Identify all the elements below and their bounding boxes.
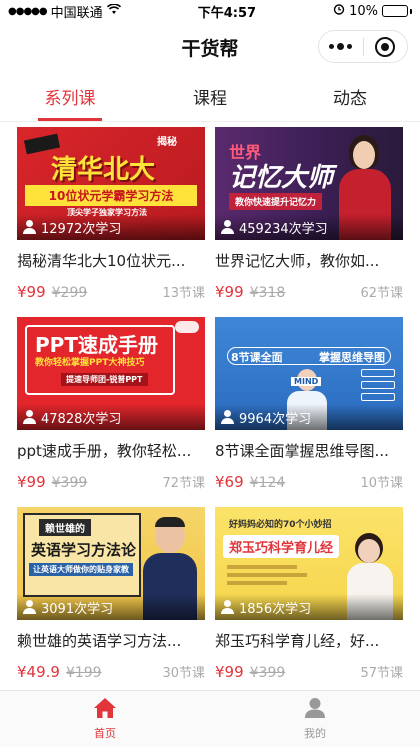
original-price: ¥124 xyxy=(249,475,286,491)
price: ¥99 xyxy=(17,473,46,491)
close-button[interactable] xyxy=(364,31,408,62)
original-price: ¥399 xyxy=(249,665,286,681)
learner-count: 3091次学习 xyxy=(41,601,114,617)
carrier-label: 中国联通 xyxy=(50,5,103,21)
wifi-icon xyxy=(106,2,121,19)
course-card[interactable]: PPT速成手册 教你轻松掌握PPT大神技巧 提速导师团-锐普PPT 47828次… xyxy=(17,317,205,491)
course-thumbnail[interactable]: 好妈妈必知的70个小妙招 郑玉巧科学育儿经 1856次学习 xyxy=(215,507,403,620)
price: ¥99 xyxy=(17,283,46,301)
course-card[interactable]: 好妈妈必知的70个小妙招 郑玉巧科学育儿经 1856次学习 郑玉巧科学育儿经，好… xyxy=(215,507,403,681)
course-card[interactable]: 世界 记忆大师 教你快速提升记忆力 459234次学习 世界记忆大师，教你如..… xyxy=(215,127,403,301)
course-title[interactable]: 郑玉巧科学育儿经，好... xyxy=(215,630,403,652)
course-card[interactable]: 揭秘 清华北大 10位状元学霸学习方法 顶尖学子独家学习方法 12972次学习 … xyxy=(17,127,205,301)
user-icon xyxy=(23,220,37,234)
user-icon xyxy=(221,410,235,424)
course-thumbnail[interactable]: 世界 记忆大师 教你快速提升记忆力 459234次学习 xyxy=(215,127,403,240)
alarm-icon xyxy=(333,3,345,19)
original-price: ¥399 xyxy=(51,475,88,491)
miniprogram-capsule xyxy=(318,30,408,63)
course-thumbnail[interactable]: 8节课全面 掌握思维导图 MIND 9964次学习 xyxy=(215,317,403,430)
user-icon xyxy=(221,600,235,614)
lesson-count: 30节课 xyxy=(162,666,205,681)
page-title: 干货帮 xyxy=(181,37,239,60)
clock: 下午4:57 xyxy=(197,5,257,21)
lesson-count: 57节课 xyxy=(360,666,403,681)
course-title[interactable]: 世界记忆大师，教你如... xyxy=(215,250,403,272)
course-title[interactable]: 赖世雄的英语学习方法... xyxy=(17,630,205,652)
bottom-nav-home-label: 首页 xyxy=(94,727,116,740)
course-title[interactable]: 揭秘清华北大10位状元... xyxy=(17,250,205,272)
learner-count: 47828次学习 xyxy=(41,411,122,427)
more-button[interactable] xyxy=(319,31,363,62)
bottom-nav-profile[interactable]: 我的 xyxy=(210,691,420,747)
price: ¥49.9 xyxy=(17,663,60,681)
bottom-nav: 首页 我的 xyxy=(0,690,420,747)
price: ¥99 xyxy=(215,283,244,301)
signal-icon: ●●●●● xyxy=(8,5,48,17)
more-icon xyxy=(329,42,353,50)
lesson-count: 72节课 xyxy=(162,476,205,491)
course-thumbnail[interactable]: 赖世雄的 英语学习方法论 让英语大师做你的贴身家教 3091次学习 xyxy=(17,507,205,620)
course-card[interactable]: 赖世雄的 英语学习方法论 让英语大师做你的贴身家教 3091次学习 赖世雄的英语… xyxy=(17,507,205,681)
course-thumbnail[interactable]: 揭秘 清华北大 10位状元学霸学习方法 顶尖学子独家学习方法 12972次学习 xyxy=(17,127,205,240)
course-title[interactable]: 8节课全面掌握思维导图... xyxy=(215,440,403,462)
target-icon xyxy=(375,36,396,57)
original-price: ¥318 xyxy=(249,285,286,301)
course-card[interactable]: 8节课全面 掌握思维导图 MIND 9964次学习 8节课全面掌握思维导图...… xyxy=(215,317,403,491)
tab-series[interactable]: 系列课 xyxy=(0,72,140,121)
status-bar: ●●●●● 中国联通 下午4:57 10% xyxy=(0,0,420,22)
battery-percent: 10% xyxy=(349,3,378,19)
tab-bar: 系列课 课程 动态 xyxy=(0,72,420,122)
battery-icon xyxy=(382,5,412,17)
user-icon xyxy=(221,220,235,234)
learner-count: 12972次学习 xyxy=(41,221,122,237)
original-price: ¥199 xyxy=(65,665,102,681)
learner-count: 459234次学习 xyxy=(239,221,328,237)
original-price: ¥299 xyxy=(51,285,88,301)
course-thumbnail[interactable]: PPT速成手册 教你轻松掌握PPT大神技巧 提速导师团-锐普PPT 47828次… xyxy=(17,317,205,430)
nav-bar: 干货帮 xyxy=(0,22,420,72)
bottom-nav-home[interactable]: 首页 xyxy=(0,691,210,747)
user-icon xyxy=(23,600,37,614)
lesson-count: 10节课 xyxy=(360,476,403,491)
home-icon xyxy=(93,697,117,723)
price: ¥99 xyxy=(215,663,244,681)
learner-count: 9964次学习 xyxy=(239,411,312,427)
user-icon xyxy=(23,410,37,424)
course-title[interactable]: ppt速成手册，教你轻松... xyxy=(17,440,205,462)
lesson-count: 62节课 xyxy=(360,286,403,301)
learner-count: 1856次学习 xyxy=(239,601,312,617)
tab-updates[interactable]: 动态 xyxy=(280,72,420,121)
price: ¥69 xyxy=(215,473,244,491)
tab-courses[interactable]: 课程 xyxy=(140,72,280,121)
lesson-count: 13节课 xyxy=(162,286,205,301)
profile-icon xyxy=(303,697,327,723)
bottom-nav-profile-label: 我的 xyxy=(304,727,326,740)
